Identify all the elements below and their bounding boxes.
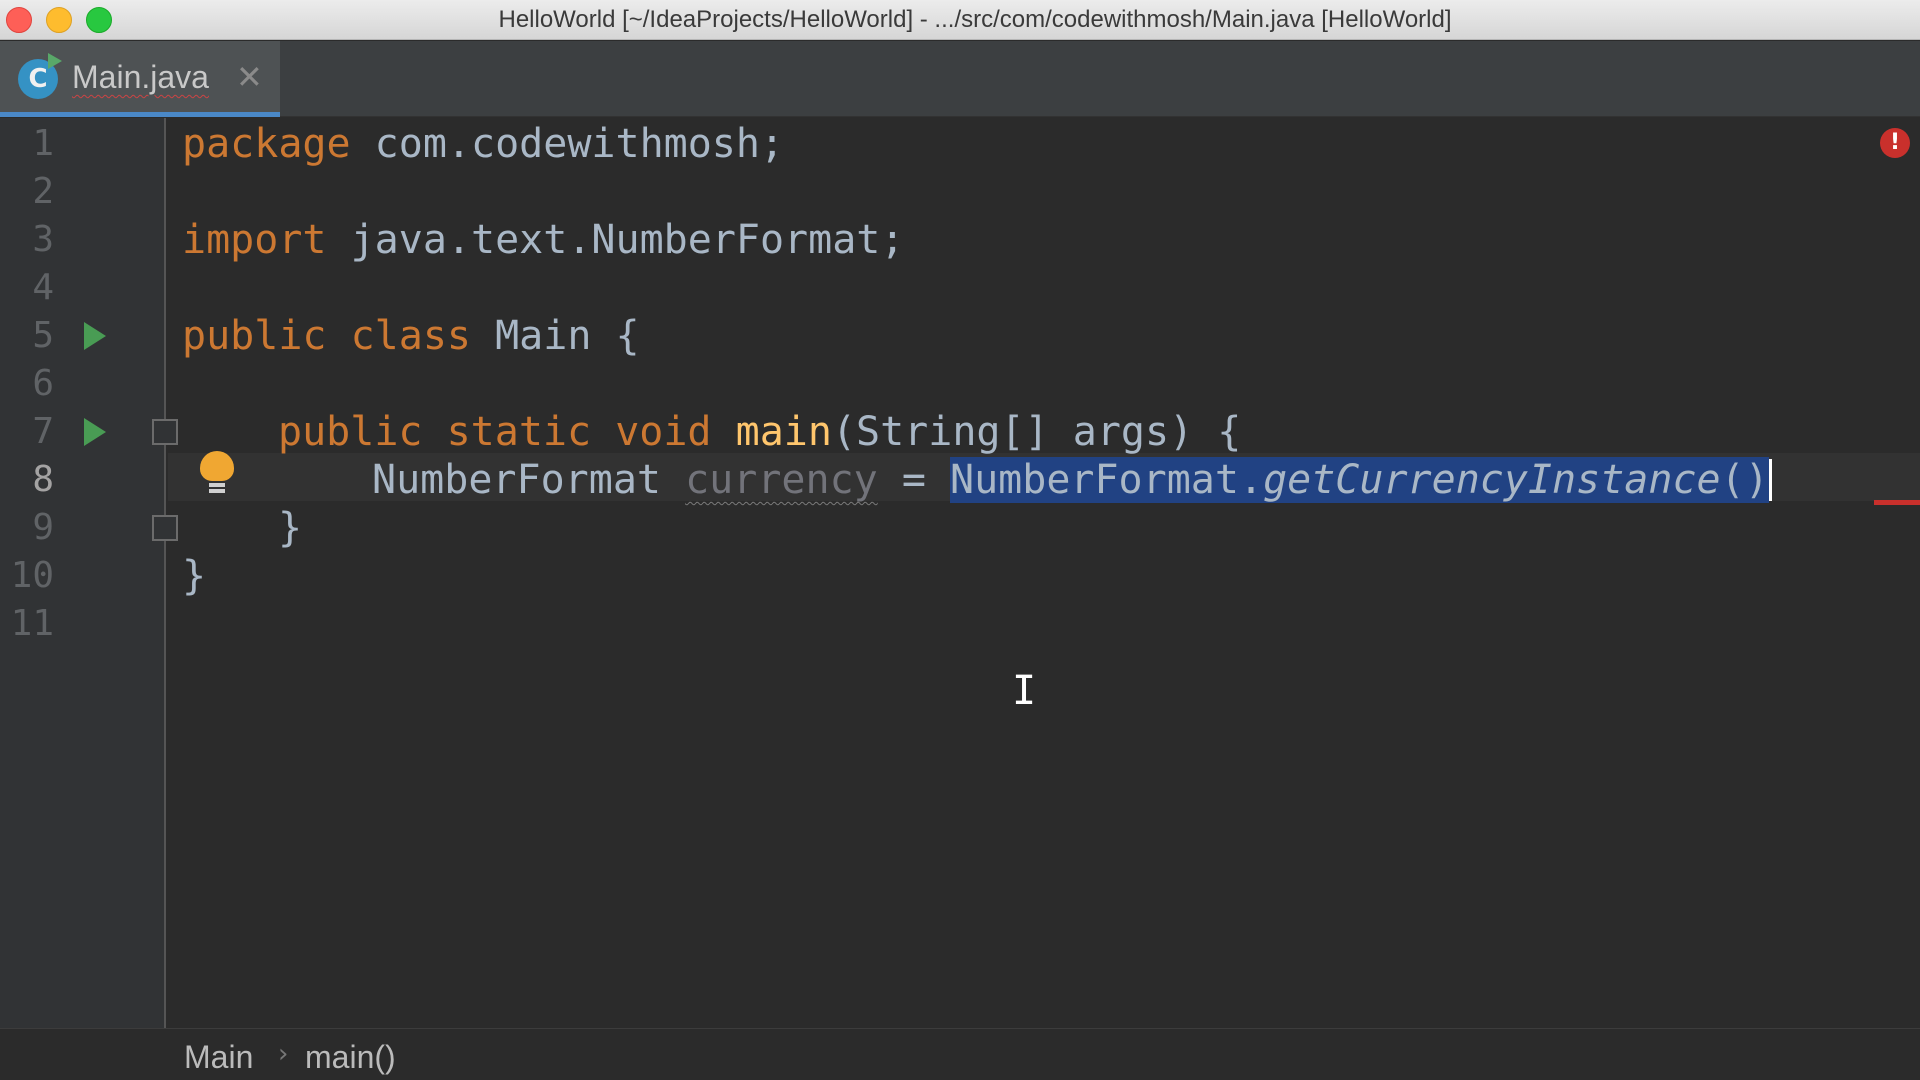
tab-main-java[interactable]: C Main.java ✕ — [0, 41, 280, 117]
line-number: 2 — [32, 171, 54, 212]
code-line: 2 — [0, 168, 1920, 216]
line-number: 11 — [10, 603, 54, 644]
fold-end-icon[interactable] — [152, 515, 178, 541]
code-line: 7 public static void main(String[] args)… — [0, 408, 1920, 456]
line-number: 7 — [32, 411, 54, 452]
breadcrumb-item-main[interactable]: Main — [184, 1039, 253, 1076]
runnable-badge-icon — [48, 53, 62, 69]
error-indicator-icon[interactable]: ! — [1880, 128, 1910, 158]
code-line: 5 public class Main { — [0, 312, 1920, 360]
line-number: 5 — [32, 315, 54, 356]
line-number: 9 — [32, 507, 54, 548]
line-number: 8 — [32, 459, 54, 500]
code-line: 10 } — [0, 552, 1920, 600]
code-line: 6 — [0, 360, 1920, 408]
text-caret — [1768, 459, 1772, 501]
breadcrumb-item-main-method[interactable]: main() — [305, 1039, 396, 1076]
run-method-icon[interactable] — [84, 418, 106, 446]
fold-collapse-icon[interactable] — [152, 419, 178, 445]
editor-tab-bar: C Main.java ✕ — [0, 41, 1920, 117]
line-number: 6 — [32, 363, 54, 404]
window-title: HelloWorld [~/IdeaProjects/HelloWorld] -… — [498, 6, 1452, 33]
code-line-current: 8 NumberFormat currency = NumberFormat.g… — [0, 456, 1920, 504]
code-line: 1 package com.codewithmosh; — [0, 120, 1920, 168]
breadcrumb: Main › main() — [0, 1028, 1920, 1080]
code-text[interactable]: NumberFormat currency = NumberFormat.get… — [372, 456, 1772, 504]
line-number: 4 — [32, 267, 54, 308]
close-tab-icon[interactable]: ✕ — [236, 58, 263, 96]
code-text[interactable]: } — [278, 504, 302, 552]
title-bar: HelloWorld [~/IdeaProjects/HelloWorld] -… — [0, 0, 1920, 40]
code-text[interactable]: import java.text.NumberFormat; — [182, 216, 904, 264]
line-number: 1 — [32, 123, 54, 164]
code-line: 11 — [0, 600, 1920, 648]
code-line: 9 } — [0, 504, 1920, 552]
tab-label: Main.java — [72, 59, 209, 95]
code-text[interactable]: public class Main { — [182, 312, 640, 360]
error-stripe-mark[interactable] — [1874, 500, 1920, 505]
run-class-icon[interactable] — [84, 322, 106, 350]
line-number: 3 — [32, 219, 54, 260]
code-line: 3 import java.text.NumberFormat; — [0, 216, 1920, 264]
breadcrumb-separator-icon: › — [278, 1039, 289, 1069]
line-number: 10 — [10, 555, 54, 596]
text-cursor-icon: I — [1012, 668, 1037, 714]
code-editor[interactable]: 1 package com.codewithmosh; 2 3 import j… — [0, 118, 1920, 1028]
code-text[interactable]: package com.codewithmosh; — [182, 120, 784, 168]
selected-text[interactable]: NumberFormat.getCurrencyInstance() — [949, 457, 1769, 503]
code-text[interactable]: public static void main(String[] args) { — [278, 408, 1241, 456]
code-text[interactable]: } — [182, 552, 206, 600]
lightbulb-icon[interactable] — [200, 451, 234, 499]
code-line: 4 — [0, 264, 1920, 312]
